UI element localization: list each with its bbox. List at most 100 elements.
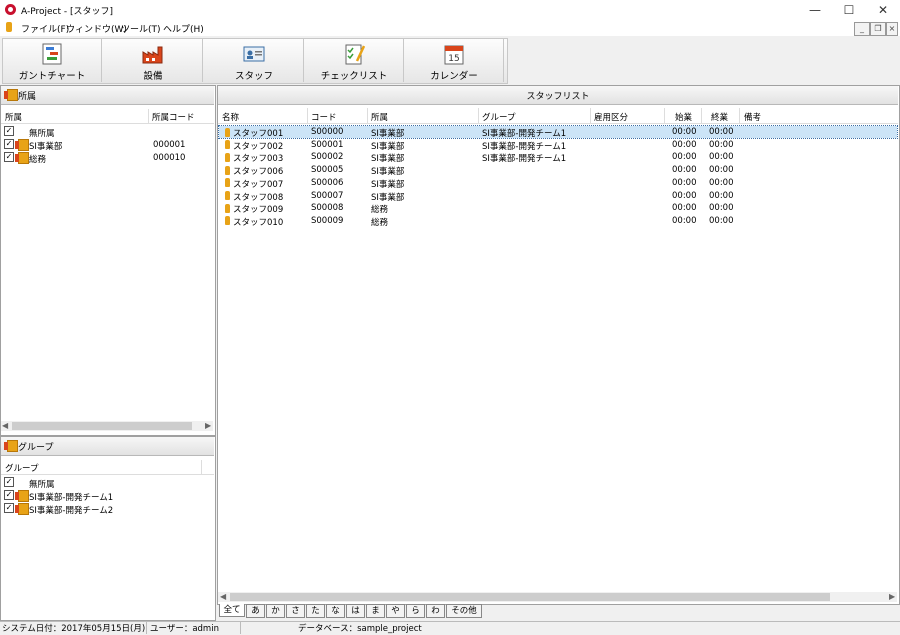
staff-code: S00009: [311, 215, 344, 226]
column-dept-code[interactable]: 所属コード: [152, 111, 195, 123]
minimize-icon[interactable]: —: [798, 0, 832, 20]
group-checkbox[interactable]: ✓: [4, 477, 14, 487]
gantt-chart-button[interactable]: ガントチャート: [3, 38, 102, 82]
group-icon: [15, 490, 29, 502]
staff-dept: 総務: [371, 205, 389, 216]
calendar-button[interactable]: 15 カレンダー: [405, 38, 504, 82]
document-icon[interactable]: [6, 22, 12, 32]
staff-dept: SI事業部: [371, 129, 405, 139]
column-group-name[interactable]: グループ: [5, 462, 39, 474]
staff-name: スタッフ007: [233, 179, 284, 190]
staff-end: 00:00: [709, 203, 734, 214]
index-tab[interactable]: ま: [366, 604, 385, 618]
staff-button[interactable]: スタッフ: [205, 38, 304, 82]
index-tab[interactable]: た: [306, 604, 325, 618]
person-icon: [225, 178, 230, 188]
column-dept-name[interactable]: 所属: [5, 111, 22, 123]
mdi-close-icon[interactable]: ×: [886, 22, 898, 36]
index-tab[interactable]: あ: [246, 604, 265, 618]
column-code[interactable]: コード: [311, 111, 337, 123]
staff-start: 00:00: [672, 215, 697, 226]
group-panel-title: グループ: [18, 443, 54, 453]
scroll-left-icon[interactable]: ◀: [220, 592, 226, 601]
staff-group: SI事業部-開発チーム1: [482, 129, 567, 139]
dept-checkbox[interactable]: ✓: [4, 126, 14, 136]
close-icon[interactable]: ✕: [866, 0, 900, 20]
window-title: A-Project - [スタッフ]: [21, 7, 113, 17]
scroll-right-icon[interactable]: ▶: [205, 421, 211, 430]
column-name[interactable]: 名称: [222, 111, 239, 123]
scroll-left-icon[interactable]: ◀: [2, 421, 8, 430]
dept-code: 000001: [153, 140, 186, 150]
group-checkbox[interactable]: ✓: [4, 503, 14, 513]
staff-start: 00:00: [672, 165, 697, 176]
checklist-button[interactable]: チェックリスト: [305, 38, 404, 82]
person-icon: [225, 127, 230, 137]
index-tab[interactable]: その他: [446, 604, 482, 618]
group-icon: [15, 503, 29, 515]
staff-code: S00006: [311, 177, 344, 188]
group-name[interactable]: SI事業部-開発チーム2: [29, 504, 113, 516]
index-tab[interactable]: な: [326, 604, 345, 618]
menu-window[interactable]: ウィンドウ(W): [66, 22, 127, 35]
equipment-label: 設備: [143, 71, 163, 82]
person-icon: [225, 140, 230, 150]
group-name[interactable]: SI事業部-開発チーム1: [29, 491, 113, 503]
maximize-icon[interactable]: ☐: [832, 0, 866, 20]
staff-end: 00:00: [709, 215, 734, 226]
equipment-button[interactable]: 設備: [104, 38, 203, 82]
staff-scroll-thumb[interactable]: [230, 593, 830, 601]
staff-name: スタッフ010: [233, 217, 284, 228]
index-tab[interactable]: ら: [406, 604, 425, 618]
column-note[interactable]: 備考: [744, 111, 761, 123]
column-start[interactable]: 始業: [675, 111, 692, 123]
dept-checkbox[interactable]: ✓: [4, 152, 14, 162]
staff-dept: SI事業部: [371, 167, 405, 178]
menu-help[interactable]: ヘルプ(H): [163, 22, 204, 35]
column-group[interactable]: グループ: [482, 111, 516, 123]
dept-code: 000010: [153, 153, 186, 163]
staff-end: 00:00: [709, 177, 734, 188]
mdi-restore-icon[interactable]: ❐: [870, 22, 886, 36]
staff-list-title: スタッフリスト: [526, 92, 590, 102]
staff-name: スタッフ002: [233, 141, 284, 152]
column-employment[interactable]: 雇用区分: [594, 111, 628, 123]
scroll-right-icon[interactable]: ▶: [889, 592, 895, 601]
staff-code: S00007: [311, 190, 344, 201]
dept-name[interactable]: SI事業部: [29, 140, 62, 152]
index-tab[interactable]: わ: [426, 604, 445, 618]
group-name[interactable]: 無所属: [29, 478, 55, 490]
index-tab[interactable]: 全て: [219, 604, 245, 617]
index-tab[interactable]: か: [266, 604, 285, 618]
group-icon: [4, 440, 18, 452]
staff-name: スタッフ009: [233, 205, 284, 216]
staff-start: 00:00: [672, 177, 697, 188]
department-panel-title: 所属: [18, 92, 37, 102]
index-tab[interactable]: は: [346, 604, 365, 618]
group-checkbox[interactable]: ✓: [4, 490, 14, 500]
dept-name[interactable]: 無所属: [29, 127, 55, 139]
staff-code: S00008: [311, 203, 344, 214]
organization-icon: [15, 152, 29, 164]
staff-code: S00001: [311, 139, 344, 150]
staff-dept: SI事業部: [371, 179, 405, 190]
staff-group: SI事業部-開発チーム1: [482, 154, 567, 165]
menu-tools[interactable]: ツール(T): [121, 22, 161, 35]
column-dept[interactable]: 所属: [371, 111, 388, 123]
index-tab[interactable]: さ: [286, 604, 305, 618]
staff-end: 00:00: [709, 152, 734, 163]
dept-checkbox[interactable]: ✓: [4, 139, 14, 149]
column-end[interactable]: 終業: [711, 111, 728, 123]
department-scroll-thumb[interactable]: [12, 422, 192, 430]
staff-group: SI事業部-開発チーム1: [482, 141, 567, 152]
staff-dept: SI事業部: [371, 154, 405, 165]
checklist-label: チェックリスト: [320, 71, 388, 82]
staff-start: 00:00: [672, 127, 697, 137]
dept-name[interactable]: 総務: [29, 153, 46, 165]
person-icon: [225, 191, 230, 200]
mdi-minimize-icon[interactable]: _: [854, 22, 870, 36]
staff-start: 00:00: [672, 139, 697, 150]
index-tab[interactable]: や: [386, 604, 405, 618]
calendar-label: カレンダー: [430, 71, 478, 82]
menu-file[interactable]: ファイル(F): [21, 22, 69, 35]
